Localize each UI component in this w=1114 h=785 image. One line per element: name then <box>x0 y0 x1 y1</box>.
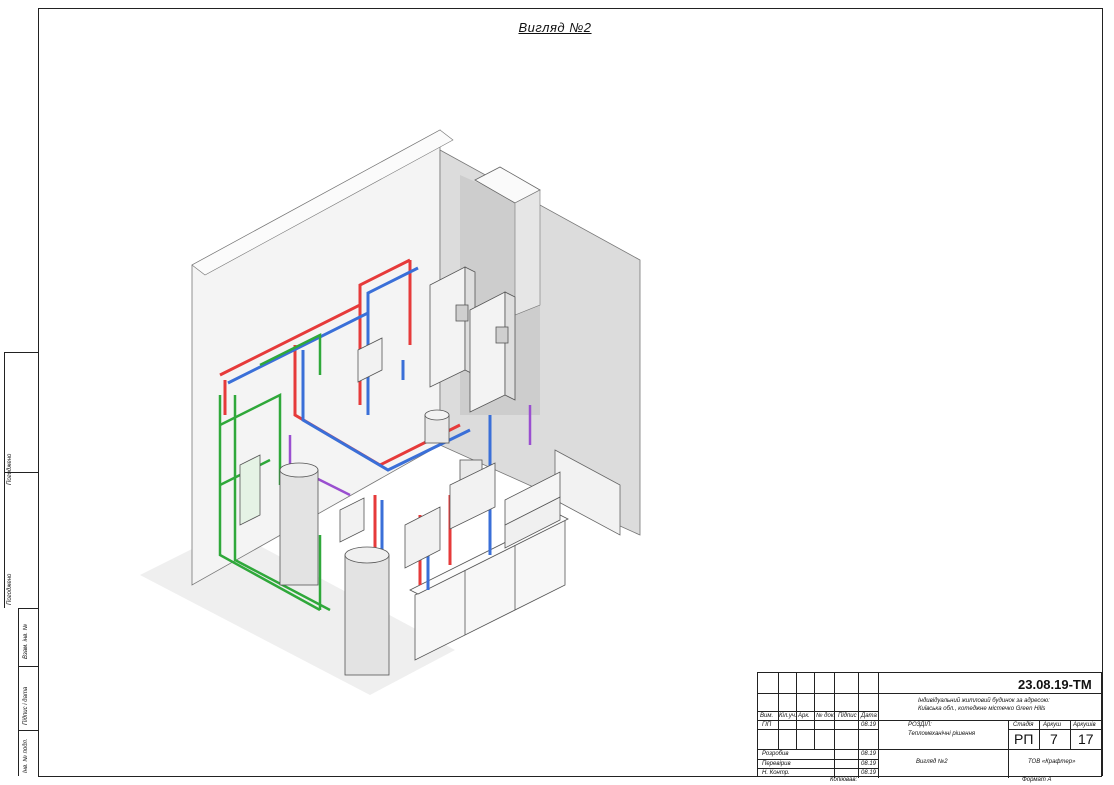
col-header-kil-uch: Кіл.уч. <box>779 713 797 719</box>
col-header-doc: № док. <box>816 713 836 719</box>
role-developed: Розробив <box>762 751 789 757</box>
stage-header: Стадія <box>1013 722 1034 728</box>
col-header-pidpys: Підпис <box>838 713 857 719</box>
role-date-3: 08.19 <box>861 770 877 776</box>
sheets-value: 17 <box>1078 731 1094 747</box>
side-cell-4: Підпис і дата <box>18 666 38 730</box>
col-header-ark: Арк. <box>798 713 810 719</box>
stage-value: РП <box>1014 731 1034 747</box>
section-value: Тепломеханічні рішення <box>908 731 976 737</box>
role-date-1: 08.19 <box>861 751 877 757</box>
col-header-data: Дата <box>861 713 877 719</box>
drawing-name: Вигляд №2 <box>916 759 948 765</box>
side-label-pogodzheno-2: Погоджено <box>7 573 13 605</box>
sheet-value: 7 <box>1050 731 1058 747</box>
role-checked: Перевірив <box>762 761 791 767</box>
side-label-vzam-inv: Взам. інв. № <box>23 623 29 659</box>
gip-date: 08.19 <box>861 722 877 728</box>
view-title: Вигляд №2 <box>518 20 592 35</box>
chimney-front <box>514 189 541 316</box>
format-label: Формат А <box>1022 777 1052 783</box>
role-date-2: 08.19 <box>861 761 877 767</box>
frame-border-top <box>38 8 1102 9</box>
side-label-inv-podl: Інв. № подл. <box>23 738 29 773</box>
boiler-room-isometric <box>140 129 641 695</box>
section-label: РОЗДІЛ: <box>908 722 932 728</box>
sheets-header: Аркушів <box>1073 722 1096 728</box>
project-line-2: Київська обл., котеджне містечко Green H… <box>918 706 1046 712</box>
title-block: 23.08.19-ТМ Індивідуальний житловий буди… <box>757 672 1103 778</box>
document-code: 23.08.19-ТМ <box>1018 677 1092 692</box>
company-name: ТОВ «Крафтер» <box>1028 759 1076 765</box>
side-cell-1: Погоджено <box>4 352 38 485</box>
copied-label: Копіював: <box>830 777 858 783</box>
side-approval-strip: Погоджено Погоджено Взам. інв. № Підпис … <box>4 352 38 776</box>
side-cell-2: Погоджено <box>4 472 38 608</box>
gip-label: ГІП <box>762 722 772 728</box>
side-cell-5: Інв. № подл. <box>18 730 38 776</box>
frame-border-left <box>38 8 39 776</box>
sheet-header: Аркуш <box>1043 722 1062 728</box>
frame-border-right <box>1102 8 1103 776</box>
drawing-sheet: Вигляд №2 Погоджено Погоджено Взам. інв.… <box>0 0 1114 785</box>
project-line-1: Індивідуальний житловий будинок за адрес… <box>918 698 1050 704</box>
role-norm-control: Н. Контр. <box>762 770 790 776</box>
side-label-pidpys-data: Підпис і дата <box>23 686 29 725</box>
side-cell-3: Взам. інв. № <box>18 608 38 666</box>
col-header-vym: Вим. <box>760 713 774 719</box>
